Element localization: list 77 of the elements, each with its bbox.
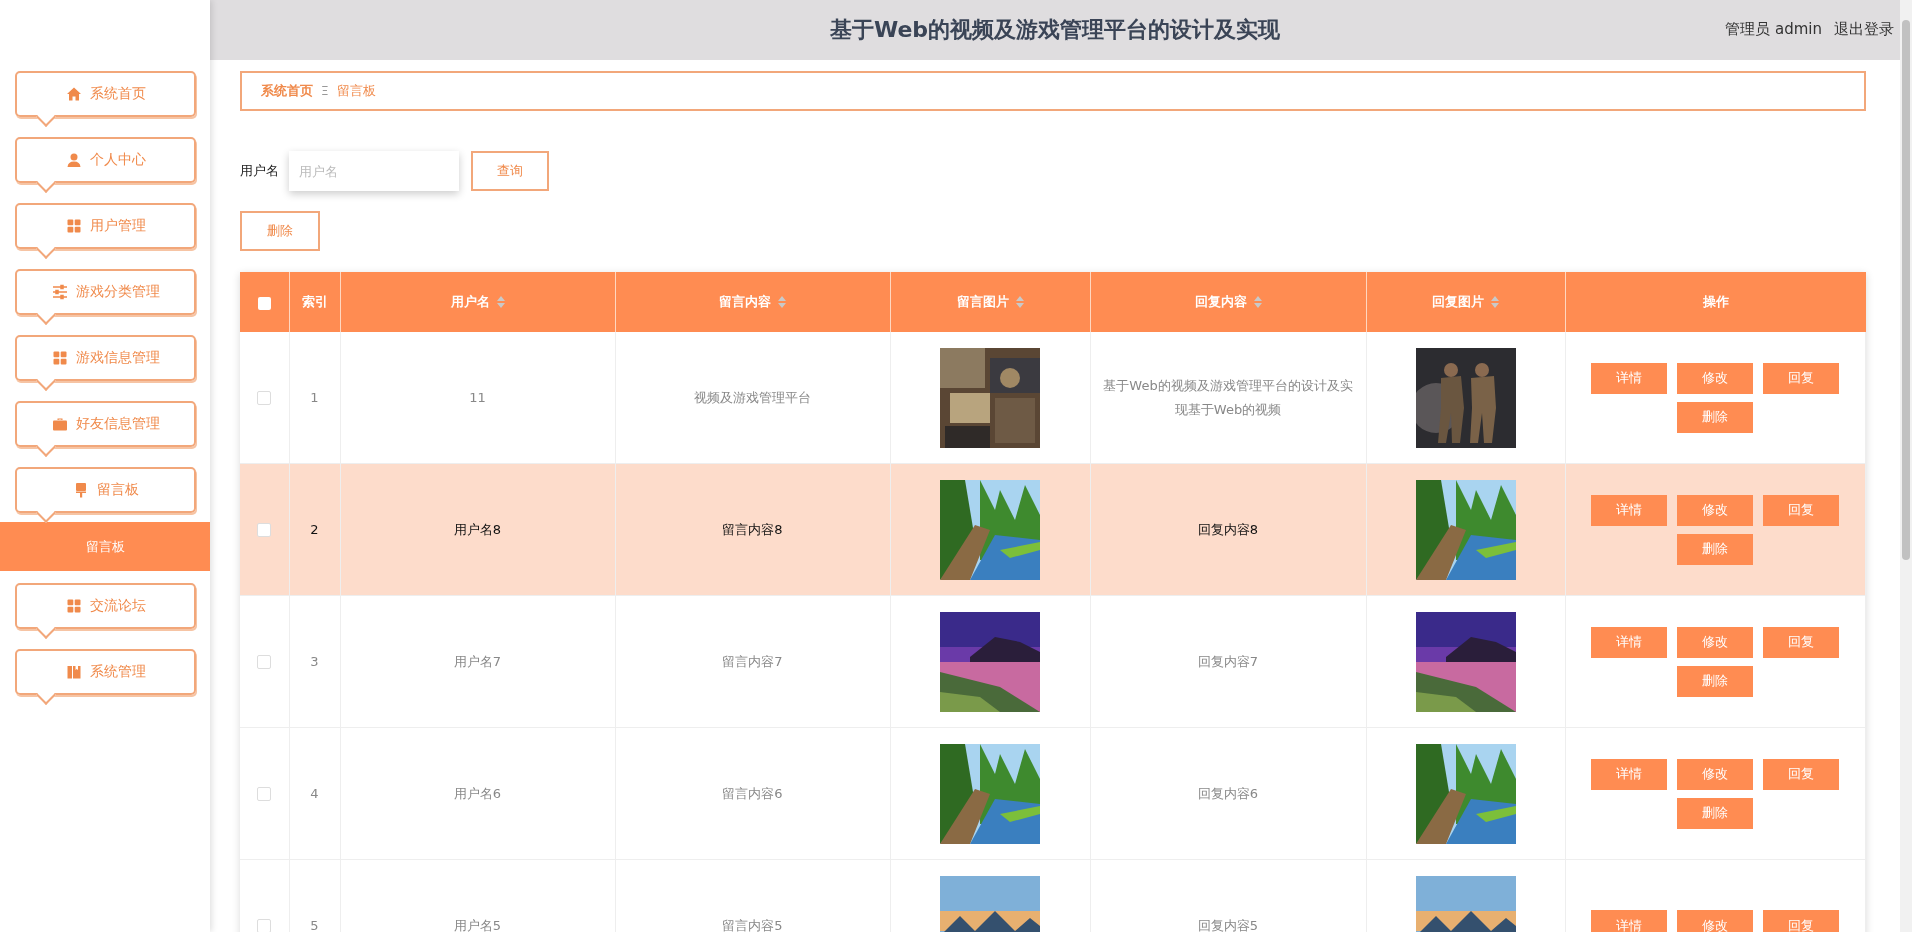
grid-icon [51,350,68,366]
column-header[interactable]: 操作 [1565,272,1866,332]
action-button[interactable]: 修改 [1677,494,1754,526]
grid-icon [65,218,82,234]
action-button[interactable]: 回复 [1763,910,1840,932]
action-button[interactable]: 详情 [1591,626,1668,658]
sort-icon[interactable] [1491,296,1499,308]
grid-icon [65,598,82,614]
table-cell: 5 [310,918,319,932]
table-cell: 2 [310,522,319,537]
field-label: 用户名 [240,162,279,180]
username-field[interactable]: 用户名 [289,151,459,191]
row-checkbox[interactable] [257,655,272,670]
table-cell-text: 回复内容5 [1197,916,1259,932]
page-title: 基于Web的视频及游戏管理平台的设计及实现 [829,16,1281,44]
select-all-checkbox[interactable] [257,296,271,310]
action-button[interactable]: 详情 [1591,758,1668,790]
action-button[interactable]: 回复 [1763,626,1840,658]
sort-icon[interactable] [778,296,786,308]
book-icon [65,664,82,680]
table-cell: 用户名6 [453,785,502,801]
row-checkbox[interactable] [257,391,272,406]
table-cell-text: 回复内容7 [1197,652,1259,671]
breadcrumb-current: 留言板 [336,82,376,100]
submenu-item[interactable]: 留言板 [0,522,210,571]
user-label: 管理员 admin [1725,20,1822,39]
table-cell: 4 [310,786,319,801]
action-button[interactable]: 修改 [1677,910,1754,932]
table-cell: 用户名5 [453,917,502,932]
action-button[interactable]: 回复 [1763,362,1840,394]
scrollbar[interactable] [1900,0,1912,932]
action-button[interactable]: 回复 [1763,494,1840,526]
table-cell: 留言内容7 [722,653,783,669]
action-button[interactable]: 修改 [1677,758,1754,790]
table-cell: 1 [310,390,319,405]
column-header[interactable]: 回复图片 [1366,272,1565,332]
column-header[interactable]: 索引 [289,272,340,332]
sliders-icon [51,284,68,300]
user-icon [65,152,82,168]
table-cell: 视频及游戏管理平台 [694,389,811,405]
table-cell: 用户名7 [453,653,502,669]
action-button[interactable]: 回复 [1763,758,1840,790]
table-cell: 留言内容8 [722,521,783,537]
sort-icon[interactable] [1253,296,1262,308]
breadcrumb-link[interactable]: 系统首页 [261,82,313,100]
table-cell-text: 回复内容6 [1197,784,1259,803]
action-button[interactable]: 删除 [1677,797,1754,829]
action-button[interactable]: 删除 [1677,533,1754,565]
action-button[interactable]: 详情 [1591,494,1668,526]
table-cell: 留言内容5 [722,917,783,932]
action-button[interactable]: 删除 [1677,401,1754,433]
table-cell: 留言内容6 [722,785,783,801]
row-checkbox[interactable] [257,919,272,932]
table-cell: 用户名8 [453,521,502,537]
action-button[interactable]: 修改 [1677,362,1754,394]
action-button[interactable]: 详情 [1591,910,1668,932]
row-checkbox[interactable] [257,787,272,802]
table-cell-text: 回复内容8 [1197,520,1259,539]
sort-icon[interactable] [496,296,505,308]
action-button[interactable]: 详情 [1591,362,1668,394]
home-icon [65,86,82,102]
briefcase-icon [51,416,68,432]
sort-icon[interactable] [1015,296,1024,308]
column-header[interactable]: 留言图片 [890,272,1090,332]
table-cell: 3 [310,654,319,669]
search-button[interactable]: 查询 [471,151,549,191]
column-header[interactable]: 用户名 [340,272,615,332]
breadcrumb-separator: Ξ [321,84,329,98]
action-button[interactable]: 删除 [1677,665,1754,697]
column-header[interactable]: 留言内容 [615,272,890,332]
logout-link[interactable]: 退出登录 [1834,20,1894,39]
table-cell: 11 [469,390,486,405]
action-button[interactable]: 修改 [1677,626,1754,658]
column-header[interactable]: 回复内容 [1090,272,1366,332]
table-cell-text: 基于Web的视频及游戏管理平台的设计及实现基于Web的视频 [1102,376,1354,419]
row-checkbox[interactable] [257,523,272,538]
delete-button[interactable]: 删除 [240,211,320,251]
